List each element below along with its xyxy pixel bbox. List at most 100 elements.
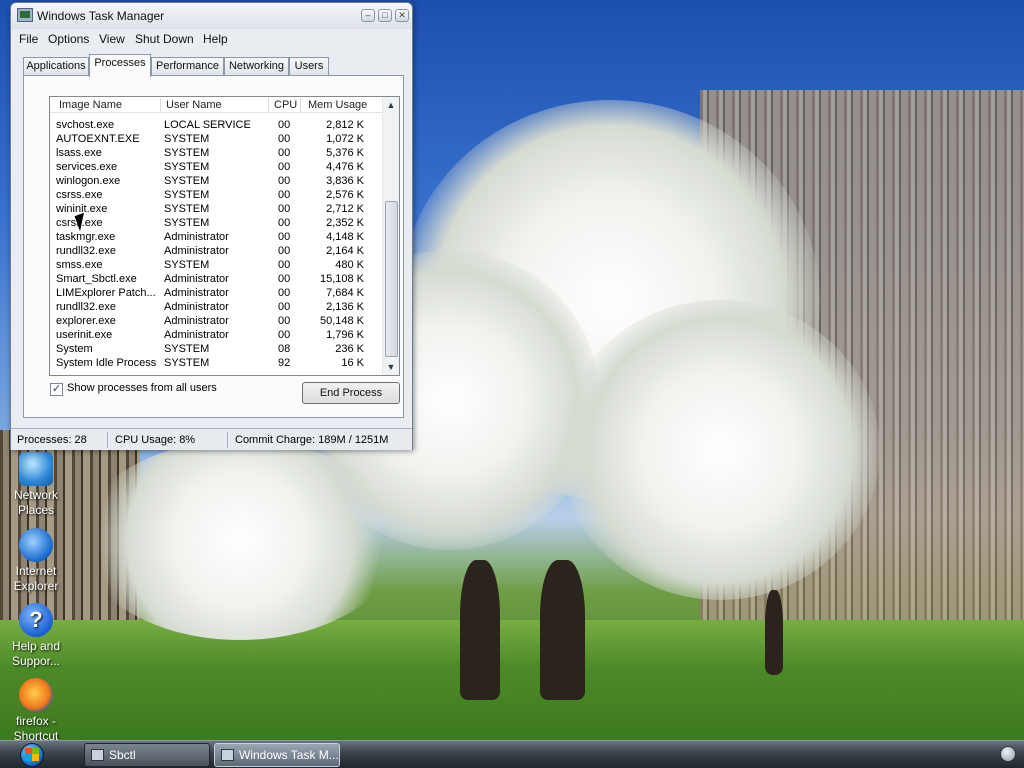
menu-options[interactable]: Options bbox=[48, 32, 89, 46]
desktop-icon-network-places[interactable]: Network Places bbox=[0, 452, 72, 518]
process-user-name: Administrator bbox=[164, 273, 229, 285]
process-list-scrollbar[interactable]: ▲ ▼ bbox=[382, 97, 399, 375]
column-divider[interactable] bbox=[268, 98, 269, 112]
tab-processes[interactable]: Processes bbox=[89, 54, 151, 77]
firefox-icon bbox=[19, 678, 53, 712]
process-mem-usage: 7,684 K bbox=[326, 287, 364, 299]
process-row[interactable]: csrss.exe SYSTEM 00 2,352 K bbox=[50, 216, 383, 230]
process-row[interactable]: taskmgr.exe Administrator 00 4,148 K bbox=[50, 230, 383, 244]
process-mem-usage: 4,148 K bbox=[326, 231, 364, 243]
process-user-name: Administrator bbox=[164, 245, 229, 257]
column-header-cpu[interactable]: CPU bbox=[274, 99, 297, 111]
process-mem-usage: 2,136 K bbox=[326, 301, 364, 313]
maximize-button[interactable]: □ bbox=[378, 9, 392, 22]
status-commit-charge: Commit Charge: 189M / 1251M bbox=[235, 434, 389, 446]
network-places-icon bbox=[19, 452, 53, 486]
application-window-icon bbox=[91, 749, 104, 761]
show-desktop-icon[interactable] bbox=[1000, 746, 1016, 762]
process-user-name: Administrator bbox=[164, 315, 229, 327]
scroll-up-arrow-icon[interactable]: ▲ bbox=[383, 97, 399, 113]
taskbar-button-label: Sbctl bbox=[109, 748, 136, 762]
process-row[interactable]: explorer.exe Administrator 00 50,148 K bbox=[50, 314, 383, 328]
process-mem-usage: 4,476 K bbox=[326, 161, 364, 173]
windows-logo-icon bbox=[25, 748, 39, 761]
desktop-icon-internet-explorer[interactable]: Internet Explorer bbox=[0, 528, 72, 594]
scroll-down-arrow-icon[interactable]: ▼ bbox=[383, 359, 399, 375]
start-button[interactable] bbox=[8, 742, 62, 768]
process-user-name: SYSTEM bbox=[164, 203, 210, 215]
menu-shut-down[interactable]: Shut Down bbox=[135, 32, 194, 46]
process-mem-usage: 2,812 K bbox=[326, 119, 364, 131]
tab-applications[interactable]: Applications bbox=[23, 57, 89, 76]
status-divider bbox=[227, 432, 228, 448]
scroll-thumb[interactable] bbox=[385, 201, 398, 357]
process-cpu: 00 bbox=[278, 287, 291, 299]
tab-networking[interactable]: Networking bbox=[224, 57, 289, 76]
menu-view[interactable]: View bbox=[99, 32, 125, 46]
taskbar: Sbctl Windows Task M... bbox=[0, 740, 1024, 768]
show-all-processes-label[interactable]: Show processes from all users bbox=[67, 382, 217, 394]
desktop-icon-label: Network Places bbox=[13, 488, 58, 517]
desktop-icon-help-and-support[interactable]: ? Help and Suppor... bbox=[0, 603, 72, 669]
process-user-name: Administrator bbox=[164, 287, 229, 299]
process-image-name: LIMExplorer Patch... bbox=[56, 287, 156, 299]
process-row[interactable]: svchost.exe LOCAL SERVICE 00 2,812 K bbox=[50, 118, 383, 132]
menu-help[interactable]: Help bbox=[203, 32, 228, 46]
process-image-name: AUTOEXNT.EXE bbox=[56, 133, 140, 145]
process-row[interactable]: services.exe SYSTEM 00 4,476 K bbox=[50, 160, 383, 174]
desktop-icon-firefox[interactable]: firefox - Shortcut bbox=[0, 678, 72, 744]
process-list[interactable]: Image Name User Name CPU Mem Usage svcho… bbox=[49, 96, 400, 376]
process-cpu: 08 bbox=[278, 343, 291, 355]
process-row[interactable]: AUTOEXNT.EXE SYSTEM 00 1,072 K bbox=[50, 132, 383, 146]
process-row[interactable]: Smart_Sbctl.exe Administrator 00 15,108 K bbox=[50, 272, 383, 286]
process-cpu: 00 bbox=[278, 231, 291, 243]
taskbar-button-task-manager[interactable]: Windows Task M... bbox=[214, 743, 340, 767]
tab-performance[interactable]: Performance bbox=[151, 57, 224, 76]
column-header-image-name[interactable]: Image Name bbox=[59, 99, 122, 111]
process-image-name: wininit.exe bbox=[56, 203, 108, 215]
process-row[interactable]: lsass.exe SYSTEM 00 5,376 K bbox=[50, 146, 383, 160]
status-bar: Processes: 28 CPU Usage: 8% Commit Charg… bbox=[11, 428, 412, 450]
process-image-name: Smart_Sbctl.exe bbox=[56, 273, 137, 285]
process-image-name: winlogon.exe bbox=[56, 175, 121, 187]
taskbar-button-sbctl[interactable]: Sbctl bbox=[84, 743, 210, 767]
column-header-mem-usage[interactable]: Mem Usage bbox=[308, 99, 367, 111]
process-row[interactable]: LIMExplorer Patch... Administrator 00 7,684… bbox=[50, 286, 383, 300]
process-image-name: explorer.exe bbox=[56, 315, 116, 327]
process-cpu: 00 bbox=[278, 189, 291, 201]
process-row[interactable]: System SYSTEM 08 236 K bbox=[50, 342, 383, 356]
process-user-name: SYSTEM bbox=[164, 259, 210, 271]
close-button[interactable]: ✕ bbox=[395, 9, 409, 22]
checkbox-check-icon[interactable]: ✓ bbox=[50, 383, 63, 396]
process-user-name: SYSTEM bbox=[164, 357, 210, 369]
minimize-button[interactable]: – bbox=[361, 9, 375, 22]
process-cpu: 00 bbox=[278, 147, 291, 159]
process-row[interactable]: userinit.exe Administrator 00 1,796 K bbox=[50, 328, 383, 342]
process-user-name: SYSTEM bbox=[164, 161, 210, 173]
process-image-name: rundll32.exe bbox=[56, 245, 116, 257]
process-row[interactable]: rundll32.exe Administrator 00 2,164 K bbox=[50, 244, 383, 258]
column-divider[interactable] bbox=[300, 98, 301, 112]
column-header-user-name[interactable]: User Name bbox=[166, 99, 222, 111]
process-mem-usage: 236 K bbox=[335, 343, 364, 355]
menu-file[interactable]: File bbox=[19, 32, 38, 46]
task-manager-window: Windows Task Manager – □ ✕ File Options … bbox=[10, 2, 413, 450]
process-mem-usage: 5,376 K bbox=[326, 147, 364, 159]
process-row[interactable]: wininit.exe SYSTEM 00 2,712 K bbox=[50, 202, 383, 216]
title-bar[interactable]: Windows Task Manager – □ ✕ bbox=[11, 3, 412, 29]
status-divider bbox=[107, 432, 108, 448]
process-image-name: rundll32.exe bbox=[56, 301, 116, 313]
process-image-name: System Idle Process bbox=[56, 357, 157, 369]
process-row[interactable]: smss.exe SYSTEM 00 480 K bbox=[50, 258, 383, 272]
column-divider[interactable] bbox=[160, 98, 161, 112]
process-row[interactable]: winlogon.exe SYSTEM 00 3,836 K bbox=[50, 174, 383, 188]
wallpaper-blossom bbox=[80, 440, 400, 640]
end-process-button[interactable]: End Process bbox=[302, 382, 400, 404]
process-image-name: csrss.exe bbox=[56, 189, 103, 201]
process-row[interactable]: rundll32.exe Administrator 00 2,136 K bbox=[50, 300, 383, 314]
process-row[interactable]: csrss.exe SYSTEM 00 2,576 K bbox=[50, 188, 383, 202]
window-title: Windows Task Manager bbox=[37, 9, 165, 23]
process-mem-usage: 480 K bbox=[335, 259, 364, 271]
process-row[interactable]: System Idle Process SYSTEM 92 16 K bbox=[50, 356, 383, 370]
tab-users[interactable]: Users bbox=[289, 57, 329, 76]
